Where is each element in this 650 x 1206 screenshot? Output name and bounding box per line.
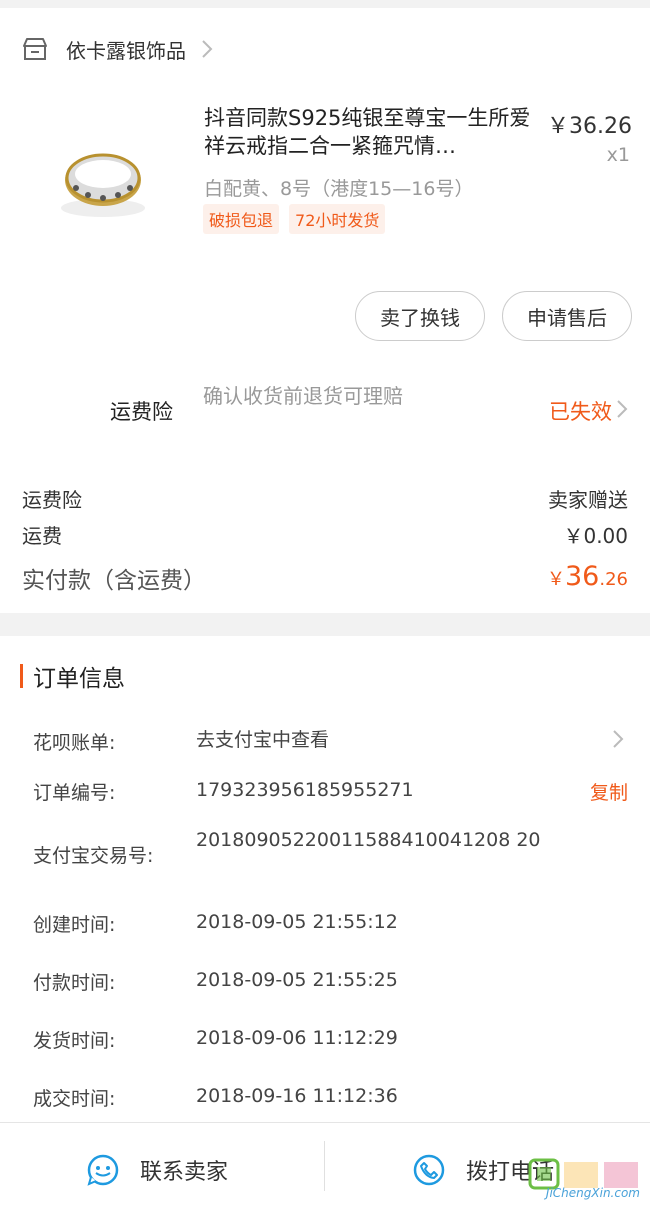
contact-seller-button[interactable]: 联系卖家 bbox=[86, 1153, 228, 1187]
top-strip bbox=[0, 0, 650, 8]
section-accent-bar bbox=[20, 664, 23, 688]
copy-button[interactable]: 复制 bbox=[590, 778, 628, 805]
total-decimal: .26 bbox=[599, 569, 628, 590]
chevron-right-icon bbox=[202, 40, 213, 58]
product-image[interactable] bbox=[48, 138, 158, 228]
order-info-card: 订单信息 花呗账单: 去支付宝中查看 订单编号: 179323956185955… bbox=[0, 636, 650, 1122]
huabei-link[interactable]: 去支付宝中查看 bbox=[196, 728, 541, 752]
order-info-title: 订单信息 bbox=[20, 662, 125, 692]
phone-icon bbox=[413, 1154, 445, 1186]
bottom-divider bbox=[324, 1141, 325, 1191]
total-label: 实付款（含运费） bbox=[22, 568, 206, 594]
alipay-trade-value: 20180905220011588410041208 20 bbox=[196, 829, 541, 851]
after-sale-button[interactable]: 申请售后 bbox=[502, 291, 632, 341]
shop-name: 依卡露银饰品 bbox=[66, 38, 186, 63]
shop-icon bbox=[23, 38, 47, 60]
shipped-time-label: 发货时间: bbox=[33, 1030, 116, 1052]
created-time-value: 2018-09-05 21:55:12 bbox=[196, 911, 398, 933]
fee-label: 运费 bbox=[22, 524, 62, 548]
section-title-text: 订单信息 bbox=[33, 666, 125, 692]
order-number-label: 订单编号: bbox=[33, 782, 116, 804]
chat-icon bbox=[87, 1154, 119, 1186]
total-currency: ￥ bbox=[547, 569, 565, 590]
product-tags: 破损包退 72小时发货 bbox=[203, 204, 386, 234]
total-integer: 36 bbox=[565, 561, 600, 592]
huabei-label: 花呗账单: bbox=[33, 732, 116, 754]
tag-damage-return: 破损包退 bbox=[203, 204, 280, 234]
shipping-insurance-label: 运费险 bbox=[110, 400, 173, 424]
tag-72h-shipping: 72小时发货 bbox=[289, 204, 386, 234]
created-time-label: 创建时间: bbox=[33, 914, 116, 936]
fee-row-shipping: 运费 ￥0.00 bbox=[22, 520, 628, 549]
done-time-value: 2018-09-16 11:12:36 bbox=[196, 1085, 398, 1107]
alipay-trade-label: 支付宝交易号: bbox=[33, 845, 154, 867]
paid-time-value: 2018-09-05 21:55:25 bbox=[196, 969, 398, 991]
fee-row-total: 实付款（含运费） ￥36.26 bbox=[22, 561, 628, 595]
shipping-insurance-status[interactable]: 已失效 bbox=[549, 396, 612, 426]
fee-row-insurance: 运费险 卖家赠送 bbox=[22, 484, 628, 513]
chevron-right-icon[interactable] bbox=[612, 728, 624, 750]
product-price: ￥36.26 bbox=[547, 114, 632, 139]
fee-value: 卖家赠送 bbox=[548, 488, 628, 512]
product-title[interactable]: 抖音同款S925纯银至尊宝一生所爱祥云戒指二合一紧箍咒情… bbox=[204, 104, 534, 160]
order-number-value: 179323956185955271 bbox=[196, 779, 414, 801]
fee-value: ￥0.00 bbox=[563, 524, 628, 548]
product-spec: 白配黄、8号（港度15—16号） bbox=[204, 178, 474, 200]
paid-time-label: 付款时间: bbox=[33, 972, 116, 994]
fee-label: 运费险 bbox=[22, 488, 82, 512]
shipping-insurance-desc: 确认收货前退货可理赔 bbox=[203, 384, 403, 408]
chevron-right-icon[interactable] bbox=[616, 398, 628, 420]
shop-row[interactable]: 依卡露银饰品 bbox=[22, 34, 214, 64]
total-value: ￥36.26 bbox=[547, 561, 628, 595]
order-item-card: 依卡露银饰品 抖音同款S925纯银至尊宝一生所爱祥云戒指二合一紧箍咒情… ￥36… bbox=[0, 8, 650, 613]
watermark-text: JiChengXin.com bbox=[545, 1186, 640, 1200]
contact-seller-label: 联系卖家 bbox=[140, 1160, 229, 1185]
done-time-label: 成交时间: bbox=[33, 1088, 116, 1110]
sell-for-cash-button[interactable]: 卖了换钱 bbox=[355, 291, 485, 341]
product-quantity: x1 bbox=[606, 144, 630, 166]
shipped-time-value: 2018-09-06 11:12:29 bbox=[196, 1027, 398, 1049]
